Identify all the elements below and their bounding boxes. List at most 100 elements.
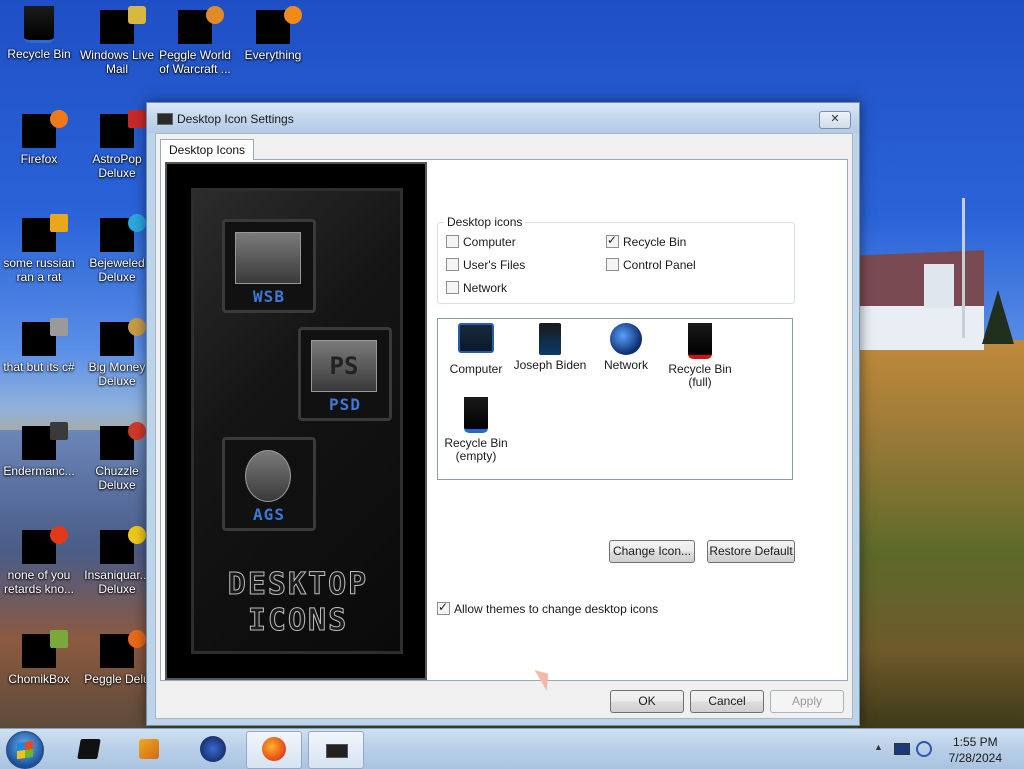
checkbox-label: Network <box>463 281 508 295</box>
taskbar-item-network[interactable] <box>186 731 240 767</box>
monitor-icon <box>157 113 173 125</box>
preview-tile-label: WSB <box>253 287 285 306</box>
checkbox-network[interactable]: Network <box>446 281 507 295</box>
group-legend: Desktop icons <box>444 215 526 229</box>
desktop-icon-label: Chuzzle Deluxe <box>95 464 139 492</box>
checkbox-computer[interactable]: Computer <box>446 235 516 249</box>
system-tray: ▲ 1:55 PM 7/28/2024 <box>864 729 1024 769</box>
game-icon <box>100 630 146 668</box>
list-item-computer[interactable]: Computer <box>438 323 514 376</box>
checkbox-box[interactable] <box>446 235 459 248</box>
preview-title-line1: DESKTOP <box>227 567 369 603</box>
window-title: Desktop Icon Settings <box>177 112 294 126</box>
desktop-icon-russian-rat[interactable]: some russian ran a rat <box>0 214 78 284</box>
checkbox-box[interactable] <box>446 258 459 271</box>
desktop-icon-label: Recycle Bin <box>7 47 71 61</box>
wallpaper-flagpole <box>962 198 965 338</box>
ok-button[interactable]: OK <box>610 690 684 713</box>
list-item-recycle-bin-empty[interactable]: Recycle Bin (empty) <box>438 397 514 463</box>
cancel-button[interactable]: Cancel <box>690 690 764 713</box>
game-icon <box>178 6 224 44</box>
list-item-label: Network <box>603 358 648 372</box>
checkbox-label: Control Panel <box>623 258 696 272</box>
list-item-label: Joseph Biden <box>513 358 587 372</box>
checkbox-box[interactable] <box>446 281 459 294</box>
taskbar: ▲ 1:55 PM 7/28/2024 <box>0 728 1024 769</box>
checkbox-label: Computer <box>463 235 516 249</box>
desktop-icon-firefox[interactable]: Firefox <box>0 110 78 166</box>
taskbar-item-recycle[interactable] <box>62 731 116 767</box>
mail-icon <box>100 6 146 44</box>
preview-title-line2: ICONS <box>247 603 349 639</box>
recycle-bin-full-icon <box>688 323 712 359</box>
desktop-icon-none-of-you[interactable]: none of you retards kno... <box>0 526 78 596</box>
checkbox-recycle-bin[interactable]: Recycle Bin <box>606 233 686 249</box>
desktop-icon-label: some russian ran a rat <box>3 256 75 284</box>
taskbar-item-firefox[interactable] <box>246 731 302 769</box>
change-icon-button[interactable]: Change Icon... <box>609 540 695 563</box>
desktop-icon-recycle-bin[interactable]: Recycle Bin <box>0 6 78 61</box>
taskbar-item-desktop-icon-settings[interactable] <box>308 731 364 769</box>
tab-desktop-icons[interactable]: Desktop Icons <box>160 139 255 160</box>
desktop-icon-label: Big Money Deluxe <box>88 360 146 388</box>
checkbox-box[interactable] <box>437 600 450 615</box>
desktop-icon-peggle-wow[interactable]: Peggle World of Warcraft ... <box>156 6 234 76</box>
list-item-sublabel: (empty) <box>455 449 497 463</box>
desktop-icon-label: Peggle World of Warcraft ... <box>159 48 231 76</box>
media-player-icon <box>139 739 159 759</box>
volume-tray-icon[interactable] <box>916 741 932 757</box>
wallpaper-house <box>858 250 988 350</box>
restore-default-button[interactable]: Restore Default <box>707 540 795 563</box>
desktop-icon-csharp[interactable]: that but its c# <box>0 318 78 374</box>
desktop-icon-peggle-deluxe[interactable]: Peggle Delu <box>78 630 156 686</box>
user-folder-icon <box>539 323 561 355</box>
desktop-icon-everything[interactable]: Everything <box>234 6 312 62</box>
preview-tile-wsb: WSB <box>222 219 316 313</box>
taskbar-item-media-player[interactable] <box>122 731 176 767</box>
desktop-icon-chomikbox[interactable]: ChomikBox <box>0 630 78 686</box>
desktop-icon-label: that but its c# <box>3 360 75 374</box>
start-button[interactable] <box>6 731 44 769</box>
clock[interactable]: 1:55 PM 7/28/2024 <box>949 734 1002 766</box>
checkbox-box[interactable] <box>606 258 619 271</box>
network-tray-icon[interactable] <box>894 743 910 755</box>
desktop-icon-insaniquarium[interactable]: Insaniquar... Deluxe <box>78 526 156 596</box>
checkbox-users-files[interactable]: User's Files <box>446 258 525 272</box>
tab-panel: WSB PS PSD AGS DESKTOP ICONS Desktop ico… <box>160 159 848 681</box>
checkbox-allow-themes[interactable]: Allow themes to change desktop icons <box>437 600 658 616</box>
desktop-icon-big-money[interactable]: Big Money Deluxe <box>78 318 156 388</box>
desktop-icon-chuzzle[interactable]: Chuzzle Deluxe <box>78 422 156 492</box>
network-globe-icon <box>610 323 642 355</box>
wallpaper-field <box>858 340 1024 728</box>
game-icon <box>100 214 146 252</box>
game-icon <box>100 526 146 564</box>
desktop-icon-label: Endermanc... <box>3 464 75 478</box>
monitor-icon <box>326 744 348 758</box>
search-app-icon <box>256 6 302 44</box>
desktop-icon-endermanc[interactable]: Endermanc... <box>0 422 78 478</box>
desktop-icon-label: AstroPop Deluxe <box>92 152 142 180</box>
globe-icon <box>200 736 226 762</box>
app-icon <box>22 630 68 668</box>
list-item-label: Computer <box>449 362 503 376</box>
desktop-icon-windows-live-mail[interactable]: Windows Live Mail <box>78 6 156 76</box>
checkbox-box[interactable] <box>606 233 619 248</box>
show-hidden-icons-arrow[interactable]: ▲ <box>874 742 883 752</box>
desktop-icon-label: ChomikBox <box>8 672 70 686</box>
desktop-icon-settings-window: Desktop Icon Settings ✕ Desktop Icons WS… <box>146 102 860 726</box>
game-icon <box>100 318 146 356</box>
app-icon <box>22 318 68 356</box>
window-titlebar[interactable]: Desktop Icon Settings ✕ <box>147 103 859 133</box>
close-button[interactable]: ✕ <box>819 111 851 129</box>
desktop-icon-bejeweled[interactable]: Bejeweled Deluxe <box>78 214 156 284</box>
recycle-bin-icon <box>24 6 54 43</box>
list-item-network[interactable]: Network <box>588 323 664 372</box>
clock-time: 1:55 PM <box>952 735 998 749</box>
firefox-icon <box>22 110 68 148</box>
icon-list[interactable]: Computer Joseph Biden Network Recycle Bi… <box>437 318 793 480</box>
checkbox-control-panel[interactable]: Control Panel <box>606 258 696 272</box>
list-item-joseph-biden[interactable]: Joseph Biden <box>512 323 588 372</box>
list-item-recycle-bin-full[interactable]: Recycle Bin (full) <box>662 323 738 389</box>
apply-button[interactable]: Apply <box>770 690 844 713</box>
desktop-icon-astropop[interactable]: AstroPop Deluxe <box>78 110 156 180</box>
